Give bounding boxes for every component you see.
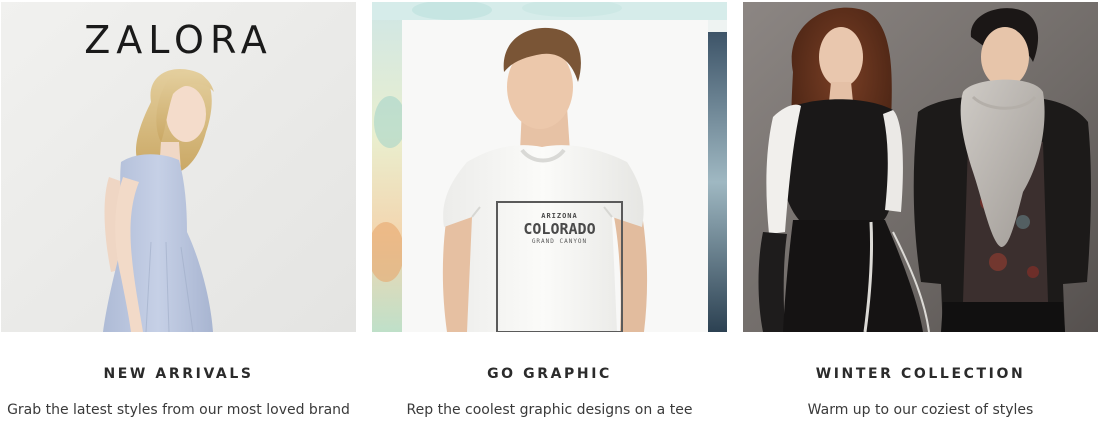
card-title[interactable]: WINTER COLLECTION [743, 366, 1098, 382]
go-graphic-image[interactable]: ARIZONA COLORADO GRAND CANYON [372, 2, 727, 332]
card-description: Grab the latest styles from our most lov… [7, 402, 350, 418]
tee-print-main: COLORADO [523, 220, 596, 238]
tee-print-sub: GRAND CANYON [531, 238, 588, 245]
card-description: Rep the coolest graphic designs on a tee [406, 402, 693, 418]
winter-collection-image[interactable] [743, 2, 1098, 332]
tee-print-small: ARIZONA [541, 212, 578, 220]
promo-card-go-graphic[interactable]: ARIZONA COLORADO GRAND CANYON GO GRAPHIC… [372, 2, 727, 418]
zalora-logo: ZALORA [84, 18, 273, 62]
new-arrivals-image[interactable]: ZALORA [1, 2, 356, 332]
card-title[interactable]: GO GRAPHIC [372, 366, 727, 382]
promo-row: ZALORA NEW ARRIVALS Grab the latest styl… [0, 0, 1099, 426]
promo-card-new-arrivals[interactable]: ZALORA NEW ARRIVALS Grab the latest styl… [1, 2, 356, 418]
card-title[interactable]: NEW ARRIVALS [1, 366, 356, 382]
card-description: Warm up to our coziest of styles [807, 402, 1034, 418]
promo-card-winter-collection[interactable]: WINTER COLLECTION Warm up to our coziest… [743, 2, 1098, 418]
